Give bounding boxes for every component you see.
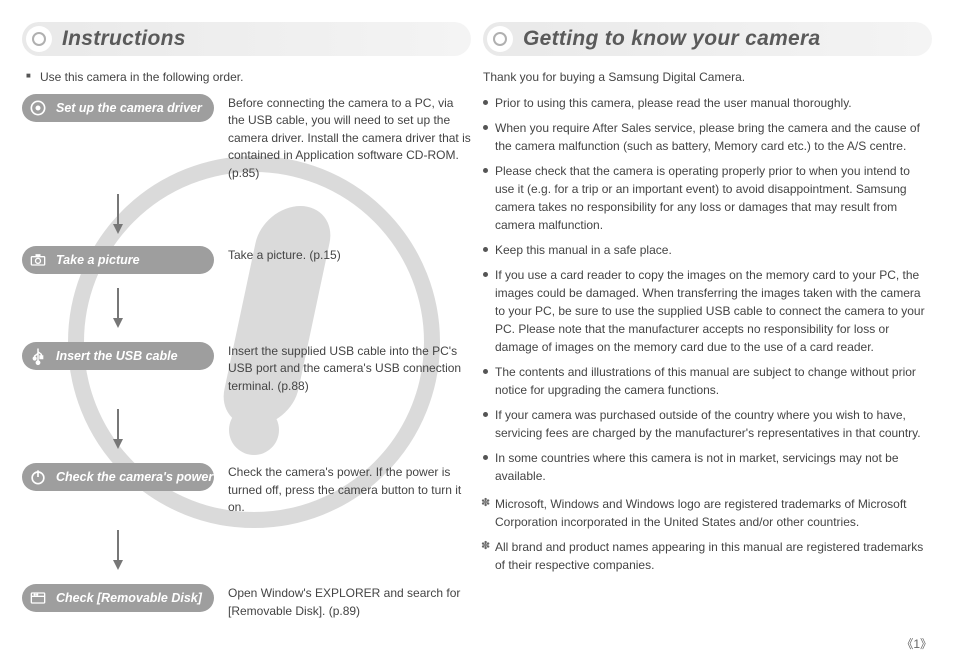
step-arrow-row [22, 280, 471, 336]
list-item: When you require After Sales service, pl… [483, 119, 932, 155]
arrow-down-icon [111, 407, 125, 451]
thanks-text: Thank you for buying a Samsung Digital C… [483, 70, 932, 84]
left-title: Instructions [22, 22, 471, 56]
step-row: Insert the USB cable Insert the supplied… [22, 342, 471, 395]
list-item: Keep this manual in a safe place. [483, 241, 932, 259]
cd-icon [26, 96, 50, 120]
right-heading: Getting to know your camera [483, 22, 932, 56]
camera-icon [26, 248, 50, 272]
step-label: Set up the camera driver [56, 101, 202, 115]
list-item: If your camera was purchased outside of … [483, 406, 932, 442]
right-title: Getting to know your camera [483, 22, 932, 56]
step-row: Check the camera's power Check the camer… [22, 463, 471, 516]
step-pill-disk: Check [Removable Disk] [22, 584, 214, 612]
step-desc: Before connecting the camera to a PC, vi… [228, 94, 471, 182]
step-arrow-row [22, 522, 471, 578]
arrow-down-icon [111, 528, 125, 572]
step-arrow-row [22, 188, 471, 240]
step-pill-power: Check the camera's power [22, 463, 214, 491]
step-desc: Open Window's EXPLORER and search for [R… [228, 584, 471, 620]
bullet-list: Prior to using this camera, please read … [483, 94, 932, 485]
intro-text: Use this camera in the following order. [40, 70, 471, 84]
notes-list: Microsoft, Windows and Windows logo are … [483, 495, 932, 574]
step-row: Check [Removable Disk] Open Window's EXP… [22, 584, 471, 620]
list-item: If you use a card reader to copy the ima… [483, 266, 932, 356]
left-column: Instructions Use this camera in the foll… [22, 22, 471, 650]
step-desc: Insert the supplied USB cable into the P… [228, 342, 471, 395]
list-item: Microsoft, Windows and Windows logo are … [483, 495, 932, 531]
page-number: 《1》 [901, 635, 932, 652]
step-arrow-row [22, 401, 471, 457]
list-item: The contents and illustrations of this m… [483, 363, 932, 399]
power-icon [26, 465, 50, 489]
step-row: Take a picture Take a picture. (p.15) [22, 246, 471, 274]
step-pill-usb: Insert the USB cable [22, 342, 214, 370]
step-pill-photo: Take a picture [22, 246, 214, 274]
left-heading: Instructions [22, 22, 471, 56]
steps-list: Set up the camera driver Before connecti… [22, 94, 471, 620]
arrow-down-icon [111, 192, 125, 236]
step-label: Insert the USB cable [56, 349, 178, 363]
manual-page: Instructions Use this camera in the foll… [0, 0, 954, 660]
step-label: Check the camera's power [56, 470, 213, 484]
list-item: Please check that the camera is operatin… [483, 162, 932, 234]
list-item: All brand and product names appearing in… [483, 538, 932, 574]
step-label: Take a picture [56, 253, 140, 267]
step-desc: Check the camera's power. If the power i… [228, 463, 471, 516]
step-row: Set up the camera driver Before connecti… [22, 94, 471, 182]
disk-icon [26, 586, 50, 610]
step-desc: Take a picture. (p.15) [228, 246, 471, 264]
list-item: Prior to using this camera, please read … [483, 94, 932, 112]
right-column: Getting to know your camera Thank you fo… [483, 22, 932, 650]
list-item: In some countries where this camera is n… [483, 449, 932, 485]
usb-icon [26, 344, 50, 368]
steps-area: Set up the camera driver Before connecti… [22, 94, 471, 594]
step-pill-driver: Set up the camera driver [22, 94, 214, 122]
arrow-down-icon [111, 286, 125, 330]
step-label: Check [Removable Disk] [56, 591, 202, 605]
